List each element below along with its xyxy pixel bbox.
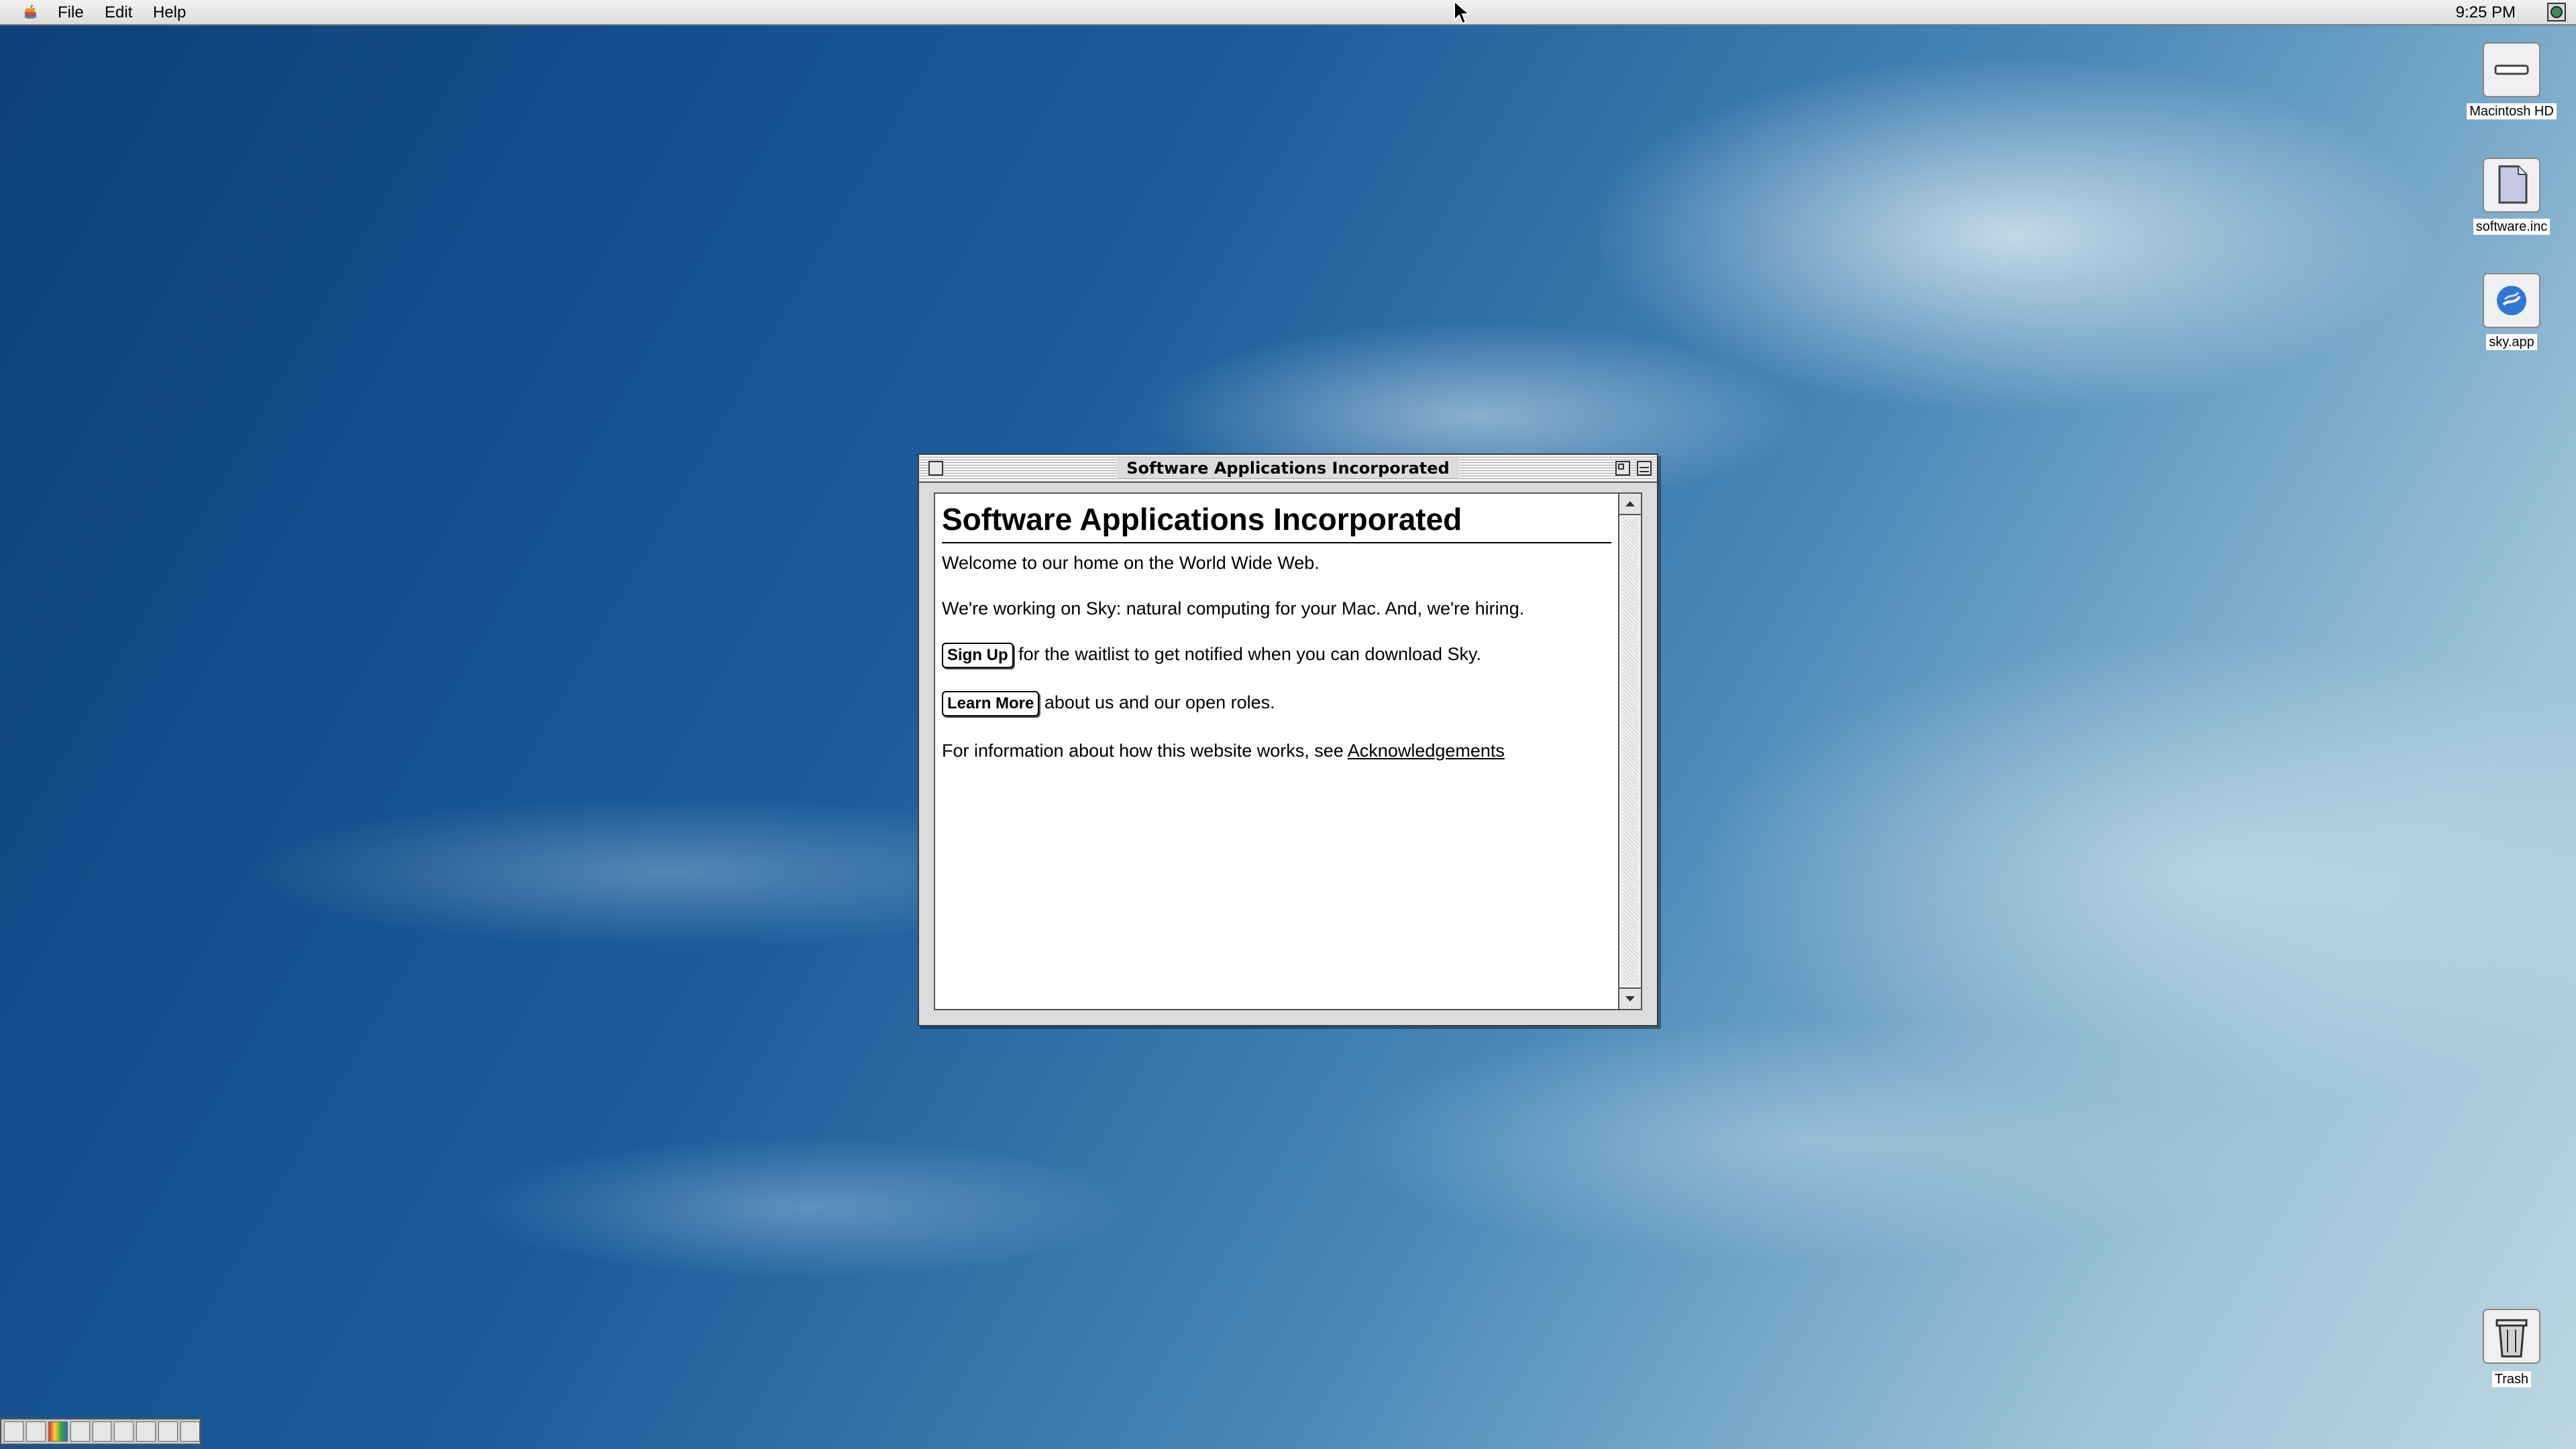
color-depth-icon[interactable]	[48, 1421, 68, 1442]
signup-row: Sign Up for the waitlist to get notified…	[942, 643, 1611, 668]
scroll-up-arrow-icon[interactable]	[1619, 494, 1641, 515]
control-strip-module-icon[interactable]	[158, 1421, 178, 1442]
desktop-icon-sky-app[interactable]: sky.app	[2458, 267, 2565, 350]
browser-window: Software Applications Incorporated Softw…	[918, 453, 1658, 1026]
control-strip-module-icon[interactable]	[4, 1421, 23, 1442]
scroll-track[interactable]	[1622, 518, 1638, 985]
apple-icon[interactable]	[20, 3, 40, 23]
speaker-icon[interactable]	[114, 1421, 134, 1442]
acknowledgements-link[interactable]: Acknowledgements	[1348, 741, 1505, 761]
window-title: Software Applications Incorporated	[1117, 458, 1459, 478]
learn-more-button[interactable]: Learn More	[942, 691, 1040, 716]
desktop-icon-label: Trash	[2491, 1371, 2532, 1387]
desktop-icon-software-inc[interactable]: software.inc	[2458, 152, 2565, 235]
vertical-scrollbar[interactable]	[1618, 494, 1641, 1009]
menu-help[interactable]: Help	[149, 3, 190, 23]
scroll-down-arrow-icon[interactable]	[1619, 987, 1641, 1009]
finder-icon[interactable]	[2546, 2, 2567, 22]
learn-more-text: about us and our open roles.	[1039, 692, 1275, 712]
control-strip-module-icon[interactable]	[25, 1421, 46, 1442]
hard-drive-icon	[2483, 42, 2540, 97]
desktop-icon-label: sky.app	[2486, 334, 2537, 350]
mouse-pointer-icon	[1454, 0, 1471, 25]
info-text: For information about how this website w…	[942, 741, 1348, 761]
menu-file[interactable]: File	[54, 3, 88, 23]
page-title: Software Applications Incorporated	[942, 500, 1611, 543]
control-strip-module-icon[interactable]	[136, 1421, 156, 1442]
menu-clock[interactable]: 9:25 PM	[2456, 3, 2516, 23]
control-strip[interactable]	[0, 1418, 201, 1445]
sign-up-button[interactable]: Sign Up	[942, 643, 1014, 668]
document-icon	[2483, 158, 2540, 213]
welcome-text: Welcome to our home on the World Wide We…	[942, 553, 1320, 573]
page-content: Software Applications Incorporated Welco…	[935, 494, 1618, 1009]
desktop-icon-trash[interactable]: Trash	[2458, 1304, 2565, 1387]
control-strip-tab-icon[interactable]	[180, 1421, 201, 1442]
menu-edit[interactable]: Edit	[101, 3, 136, 23]
desktop-icon-macintosh-hd[interactable]: Macintosh HD	[2458, 36, 2565, 119]
signup-text: for the waitlist to get notified when yo…	[1013, 644, 1482, 664]
menu-bar: File Edit Help 9:25 PM	[0, 0, 2576, 25]
close-box-icon[interactable]	[928, 461, 943, 476]
learn-more-row: Learn More about us and our open roles.	[942, 691, 1611, 716]
control-strip-module-icon[interactable]	[70, 1421, 90, 1442]
window-title-bar[interactable]: Software Applications Incorporated	[919, 455, 1657, 483]
monitor-icon[interactable]	[92, 1421, 112, 1442]
zoom-box-icon[interactable]	[1615, 461, 1630, 476]
sky-app-icon	[2483, 273, 2540, 328]
trash-icon	[2483, 1309, 2540, 1364]
info-row: For information about how this website w…	[942, 739, 1611, 762]
desktop-icon-label: software.inc	[2473, 219, 2551, 235]
collapse-box-icon[interactable]	[1637, 461, 1652, 476]
content-frame: Software Applications Incorporated Welco…	[934, 492, 1642, 1010]
desktop-icon-label: Macintosh HD	[2467, 103, 2557, 119]
working-text: We're working on Sky: natural computing …	[942, 598, 1525, 619]
